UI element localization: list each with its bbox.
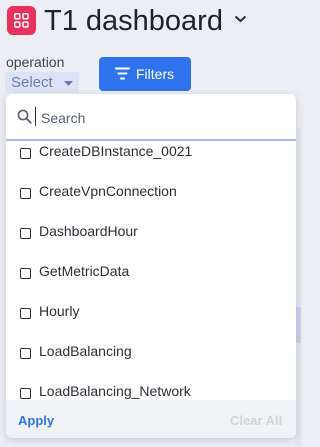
dashboard-header: T1 dashboard [0, 0, 301, 44]
option-item[interactable]: GetMetricData [6, 254, 296, 294]
dropdown-footer: Apply Clear All [6, 400, 296, 438]
option-label: LoadBalancing [39, 343, 132, 359]
search-input[interactable] [39, 105, 283, 131]
operation-filter-label: operation [6, 54, 65, 70]
option-item[interactable]: Hourly [6, 294, 296, 334]
clear-all-button[interactable]: Clear All [230, 413, 282, 428]
option-list[interactable]: CreateDBInstance_0021 CreateVpnConnectio… [6, 141, 296, 399]
operation-select[interactable]: Select [5, 72, 79, 93]
text-cursor [35, 107, 36, 126]
caret-down-icon [64, 81, 73, 86]
option-label: DashboardHour [39, 223, 138, 239]
option-item[interactable]: DashboardHour [6, 214, 296, 254]
filters-button-label: Filters [136, 66, 175, 82]
dashboard-title[interactable]: T1 dashboard [44, 1, 223, 41]
option-checkbox[interactable] [20, 148, 31, 159]
option-label: GetMetricData [39, 263, 130, 279]
option-label: LoadBalancing_Network [39, 383, 191, 399]
option-item[interactable]: CreateDBInstance_0021 [6, 141, 296, 174]
option-label: CreateVpnConnection [39, 183, 177, 199]
select-value: Select [11, 74, 53, 91]
option-checkbox[interactable] [20, 348, 31, 359]
option-checkbox[interactable] [20, 388, 31, 399]
option-checkbox[interactable] [20, 308, 31, 319]
chevron-down-icon[interactable] [234, 15, 247, 23]
filters-button[interactable]: Filters [99, 57, 191, 91]
option-item[interactable]: LoadBalancing [6, 334, 296, 374]
option-label: Hourly [39, 303, 80, 319]
option-checkbox[interactable] [20, 228, 31, 239]
dropdown-search [6, 94, 296, 141]
filter-funnel-icon [115, 67, 130, 80]
option-label: CreateDBInstance_0021 [39, 143, 193, 159]
grid-apps-icon[interactable] [7, 6, 36, 35]
option-item[interactable]: LoadBalancing_Network [6, 374, 296, 399]
search-icon [17, 109, 32, 124]
option-checkbox[interactable] [20, 188, 31, 199]
option-checkbox[interactable] [20, 268, 31, 279]
option-item[interactable]: CreateVpnConnection [6, 174, 296, 214]
operation-dropdown: CreateDBInstance_0021 CreateVpnConnectio… [6, 94, 296, 438]
apply-button[interactable]: Apply [18, 413, 54, 428]
